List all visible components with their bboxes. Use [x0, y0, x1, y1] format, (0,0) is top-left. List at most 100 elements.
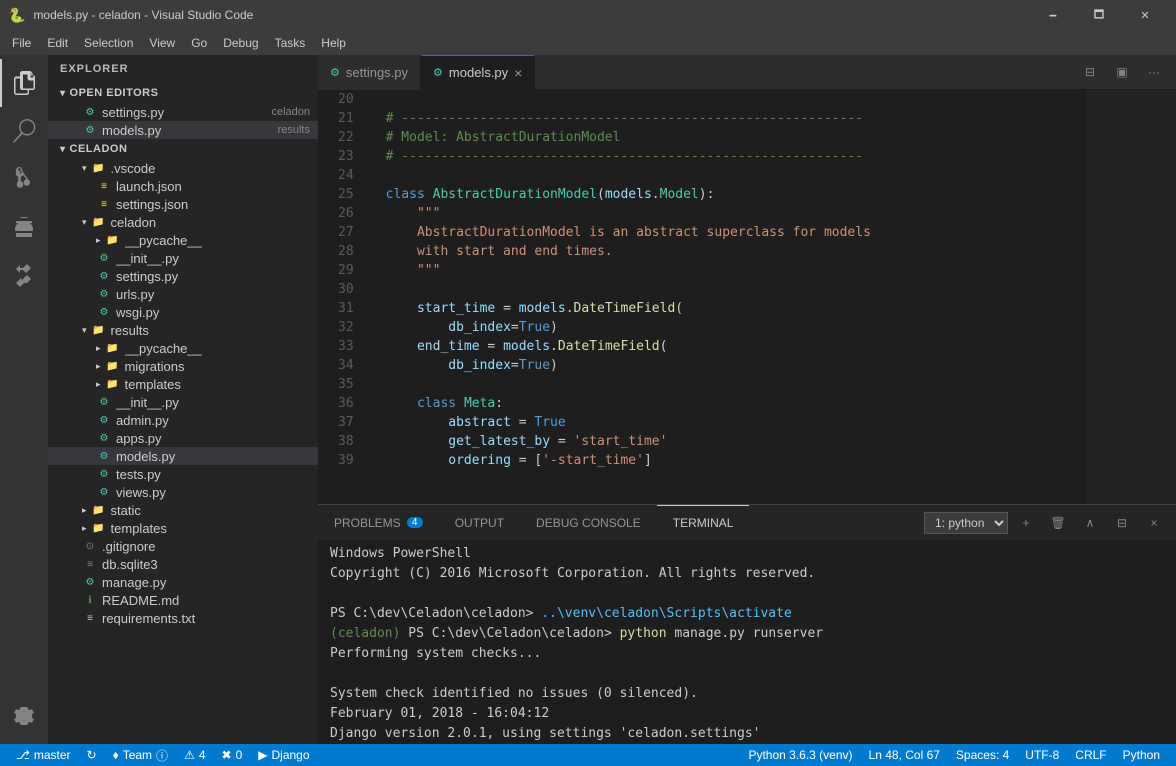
more-actions-button[interactable]: ···: [1140, 58, 1168, 86]
status-branch[interactable]: ⎇ master: [8, 744, 79, 766]
menu-tasks[interactable]: Tasks: [267, 34, 314, 52]
requirements-txt[interactable]: ≡ requirements.txt: [48, 609, 318, 627]
folder-icon-4: 📁: [91, 322, 107, 338]
tab-settings[interactable]: ⚙ settings.py: [318, 55, 421, 90]
init-py-results[interactable]: ⚙ __init__.py: [48, 393, 318, 411]
vscode-folder[interactable]: ▾ 📁 .vscode: [48, 159, 318, 177]
gitignore[interactable]: ⊙ .gitignore: [48, 537, 318, 555]
wsgi-py[interactable]: ⚙ wsgi.py: [48, 303, 318, 321]
open-file-models[interactable]: ⚙ models.py results: [48, 121, 318, 139]
tab-models[interactable]: ⚙ models.py ×: [421, 55, 535, 90]
kill-terminal-button[interactable]: 🗑: [1044, 509, 1072, 537]
db-sqlite3-name: db.sqlite3: [102, 557, 318, 572]
pycache-results[interactable]: ▸ 📁 __pycache__: [48, 339, 318, 357]
terminal-content[interactable]: Windows PowerShell Copyright (C) 2016 Mi…: [318, 540, 1176, 744]
menu-debug[interactable]: Debug: [215, 34, 266, 52]
celadon-section[interactable]: ▾ CELADON: [48, 139, 318, 159]
status-django[interactable]: ▶ Django: [250, 744, 317, 766]
admin-py[interactable]: ⚙ admin.py: [48, 411, 318, 429]
wsgi-py-name: wsgi.py: [116, 305, 318, 320]
minimap-content: [1086, 90, 1176, 504]
panel-tab-terminal[interactable]: TERMINAL: [657, 505, 750, 540]
activity-debug[interactable]: [0, 203, 48, 251]
status-line-ending[interactable]: CRLF: [1067, 744, 1114, 766]
error-count: 0: [236, 748, 243, 762]
apps-py[interactable]: ⚙ apps.py: [48, 429, 318, 447]
new-terminal-button[interactable]: +: [1012, 509, 1040, 537]
launch-json[interactable]: ≡ launch.json: [48, 177, 318, 195]
status-errors[interactable]: ✖ 0: [214, 744, 251, 766]
terminal-selector[interactable]: 1: python: [924, 512, 1008, 534]
static-folder[interactable]: ▸ 📁 static: [48, 501, 318, 519]
status-team[interactable]: ♦ Team ⓘ: [105, 744, 176, 766]
code-line-21: # --------------------------------------…: [386, 109, 1066, 128]
status-language[interactable]: Python: [1115, 744, 1168, 766]
txt-icon: ≡: [82, 610, 98, 626]
toggle-panel-button[interactable]: ▣: [1108, 58, 1136, 86]
close-button[interactable]: ✕: [1122, 0, 1168, 30]
celadon-folder[interactable]: ▾ 📁 celadon: [48, 213, 318, 231]
code-line-25: class AbstractDurationModel(models.Model…: [386, 185, 1066, 204]
panel-tab-problems[interactable]: PROBLEMS 4: [318, 505, 439, 540]
urls-py[interactable]: ⚙ urls.py: [48, 285, 318, 303]
menu-go[interactable]: Go: [183, 34, 215, 52]
results-folder[interactable]: ▾ 📁 results: [48, 321, 318, 339]
maximize-button[interactable]: 🗖: [1076, 0, 1122, 30]
chevron-right-icon-9: ▸: [82, 523, 87, 534]
python-version-label: Python 3.6.3 (venv): [748, 748, 852, 762]
tab-close-button[interactable]: ×: [514, 65, 522, 81]
init-py-celadon[interactable]: ⚙ __init__.py: [48, 249, 318, 267]
code-line-39: ordering = ['-start_time']: [386, 451, 1066, 470]
chevron-down-icon: ▾: [60, 88, 66, 99]
code-content[interactable]: # --------------------------------------…: [366, 90, 1086, 504]
status-position[interactable]: Ln 48, Col 67: [861, 744, 948, 766]
activity-settings[interactable]: [0, 692, 48, 740]
code-editor: 20 21 22 23 24 25 26 27 28 29 30 31 32 3…: [318, 90, 1176, 504]
menu-selection[interactable]: Selection: [76, 34, 141, 52]
migrations-folder[interactable]: ▸ 📁 migrations: [48, 357, 318, 375]
menu-edit[interactable]: Edit: [39, 34, 76, 52]
panel-split-button[interactable]: ⊟: [1108, 509, 1136, 537]
settings-py-celadon[interactable]: ⚙ settings.py: [48, 267, 318, 285]
sync-icon: ↻: [87, 748, 97, 762]
menu-help[interactable]: Help: [313, 34, 354, 52]
minimize-button[interactable]: 🗕: [1030, 0, 1076, 30]
split-editor-button[interactable]: ⊟: [1076, 58, 1104, 86]
code-line-31: start_time = models.DateTimeField(: [386, 299, 1066, 318]
tab-models-icon: ⚙: [433, 66, 443, 79]
settings-json[interactable]: ≡ settings.json: [48, 195, 318, 213]
folder-icon-5: 📁: [105, 340, 121, 356]
panel-maximize-button[interactable]: ∧: [1076, 509, 1104, 537]
open-file-settings[interactable]: ⚙ settings.py celadon: [48, 103, 318, 121]
open-editors-section[interactable]: ▾ OPEN EDITORS: [48, 83, 318, 103]
status-python-version[interactable]: Python 3.6.3 (venv): [740, 744, 860, 766]
panel-tab-debug[interactable]: DEBUG CONSOLE: [520, 505, 657, 540]
status-encoding[interactable]: UTF-8: [1017, 744, 1067, 766]
pycache-name: __pycache__: [125, 233, 318, 248]
menu-view[interactable]: View: [141, 34, 183, 52]
models-py[interactable]: ⚙ models.py: [48, 447, 318, 465]
menu-file[interactable]: File: [4, 34, 39, 52]
tests-py[interactable]: ⚙ tests.py: [48, 465, 318, 483]
activity-explorer[interactable]: [0, 59, 48, 107]
status-warnings[interactable]: ⚠ 4: [176, 744, 213, 766]
status-sync[interactable]: ↻: [79, 744, 105, 766]
panel-close-button[interactable]: ×: [1140, 509, 1168, 537]
views-py[interactable]: ⚙ views.py: [48, 483, 318, 501]
manage-py[interactable]: ⚙ manage.py: [48, 573, 318, 591]
activity-search[interactable]: [0, 107, 48, 155]
db-sqlite3[interactable]: ≡ db.sqlite3: [48, 555, 318, 573]
line-numbers: 20 21 22 23 24 25 26 27 28 29 30 31 32 3…: [318, 90, 366, 504]
activity-bar: [0, 55, 48, 744]
readme-md[interactable]: ℹ README.md: [48, 591, 318, 609]
folder-icon-2: 📁: [91, 214, 107, 230]
activity-extensions[interactable]: [0, 251, 48, 299]
panel-tab-output[interactable]: OUTPUT: [439, 505, 520, 540]
py-icon-7: ⚙: [96, 394, 112, 410]
templates-root[interactable]: ▸ 📁 templates: [48, 519, 318, 537]
pycache-folder[interactable]: ▸ 📁 __pycache__: [48, 231, 318, 249]
activity-source-control[interactable]: [0, 155, 48, 203]
status-spaces[interactable]: Spaces: 4: [948, 744, 1017, 766]
templates-results[interactable]: ▸ 📁 templates: [48, 375, 318, 393]
tab-models-label: models.py: [449, 65, 508, 80]
